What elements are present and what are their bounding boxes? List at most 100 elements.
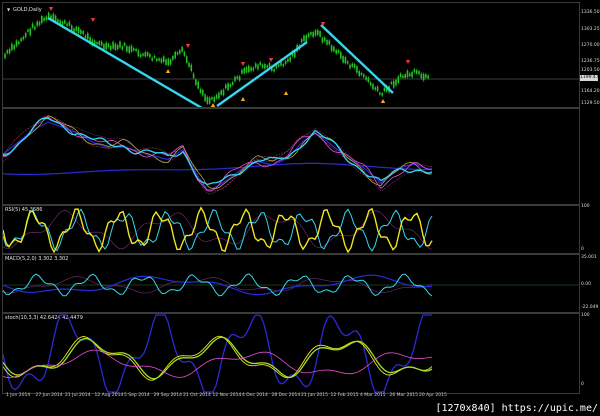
candle — [266, 65, 268, 68]
date-tick: 4 Mar 2015 — [360, 393, 386, 398]
candle — [206, 96, 209, 104]
candle — [130, 45, 133, 52]
candle — [277, 64, 280, 67]
candle — [273, 69, 275, 72]
candle — [68, 21, 71, 26]
candle — [151, 57, 153, 61]
rsi-tick: 100 — [581, 204, 590, 209]
candle — [100, 41, 103, 46]
candle — [328, 40, 331, 45]
candle — [344, 56, 347, 64]
candle — [153, 55, 156, 58]
indicator-line — [3, 115, 433, 189]
up-arrow-icon — [283, 91, 289, 95]
candle — [146, 52, 149, 56]
candle — [282, 64, 285, 67]
candle — [374, 87, 377, 90]
candle — [369, 82, 372, 86]
date-tick: 5 Sep 2014 — [124, 393, 150, 398]
candle — [162, 56, 165, 62]
candle — [317, 30, 319, 35]
candle — [383, 87, 386, 92]
down-arrow-icon — [240, 62, 246, 66]
candle — [80, 29, 82, 34]
candle — [257, 64, 259, 70]
candle — [167, 58, 170, 66]
candle — [229, 84, 232, 87]
candle — [41, 16, 43, 23]
candle — [149, 53, 151, 58]
macd-pane[interactable]: MACD(5,2,0) 3.302 3.302 — [2, 254, 580, 313]
date-tick: 28 Dec 2014 — [271, 393, 301, 398]
candle — [330, 45, 333, 52]
candle — [45, 16, 48, 21]
rsi-pane[interactable]: RSI(5) 45.3686 — [2, 205, 580, 254]
price-chart[interactable] — [3, 3, 579, 107]
bands-pane[interactable] — [2, 108, 580, 205]
date-tick: 27 Jun 2014 — [35, 393, 63, 398]
candle — [321, 37, 324, 43]
up-arrow-icon — [210, 103, 216, 107]
down-arrow-icon — [405, 60, 411, 64]
candle — [199, 88, 202, 93]
price-tick: 1336.50 — [581, 10, 600, 15]
candle — [379, 92, 381, 95]
candle — [326, 39, 328, 45]
candle — [360, 72, 363, 76]
candle — [411, 71, 413, 78]
date-tick: 26 Mar 2015 — [389, 393, 419, 398]
candle — [425, 74, 427, 78]
candle — [176, 52, 179, 55]
candle — [264, 64, 266, 69]
candle — [234, 76, 236, 82]
candle — [289, 56, 291, 62]
candle — [123, 42, 126, 46]
stoch-pane[interactable]: stoch(10,3,3) 42.6424 42.4479 — [2, 313, 580, 394]
candle — [77, 27, 80, 34]
price-pane[interactable]: ▼ GOLD,Daily — [2, 2, 580, 108]
candle — [116, 44, 119, 50]
up-arrow-icon — [165, 69, 171, 73]
candle — [346, 61, 349, 64]
candle — [241, 69, 243, 74]
candle — [365, 76, 367, 81]
candle — [254, 63, 257, 68]
rsi-lines — [3, 206, 433, 253]
candle — [335, 49, 337, 54]
candle — [356, 65, 358, 73]
candle — [238, 76, 241, 81]
candle — [75, 26, 78, 32]
rsi-chart[interactable] — [3, 206, 579, 253]
candle — [144, 52, 147, 57]
candle — [110, 45, 112, 51]
candle — [20, 38, 22, 42]
candle — [372, 83, 374, 90]
candle — [213, 97, 216, 102]
candle — [156, 58, 158, 62]
candle — [351, 63, 354, 67]
candle — [188, 62, 190, 67]
candle — [337, 50, 340, 53]
candle — [342, 56, 344, 63]
candle — [236, 76, 239, 79]
down-arrow-icon — [185, 44, 191, 48]
candle — [215, 94, 218, 99]
macd-chart[interactable] — [3, 255, 579, 312]
indicator-line — [3, 336, 433, 380]
price-tick: 1236.75 — [581, 59, 600, 64]
bands-chart[interactable] — [3, 109, 579, 204]
date-tick: 12 Aug 2014 — [94, 393, 124, 398]
candle — [126, 46, 128, 52]
candle — [13, 45, 15, 50]
candle — [192, 73, 195, 79]
candle — [98, 41, 101, 45]
stoch-chart[interactable] — [3, 314, 579, 393]
candle — [82, 31, 84, 35]
candle — [397, 76, 400, 83]
candle — [107, 43, 110, 48]
candle — [24, 32, 27, 38]
candle — [158, 58, 160, 61]
trendline-2 — [216, 41, 308, 107]
indicator-line — [3, 121, 432, 191]
candle — [250, 67, 252, 72]
